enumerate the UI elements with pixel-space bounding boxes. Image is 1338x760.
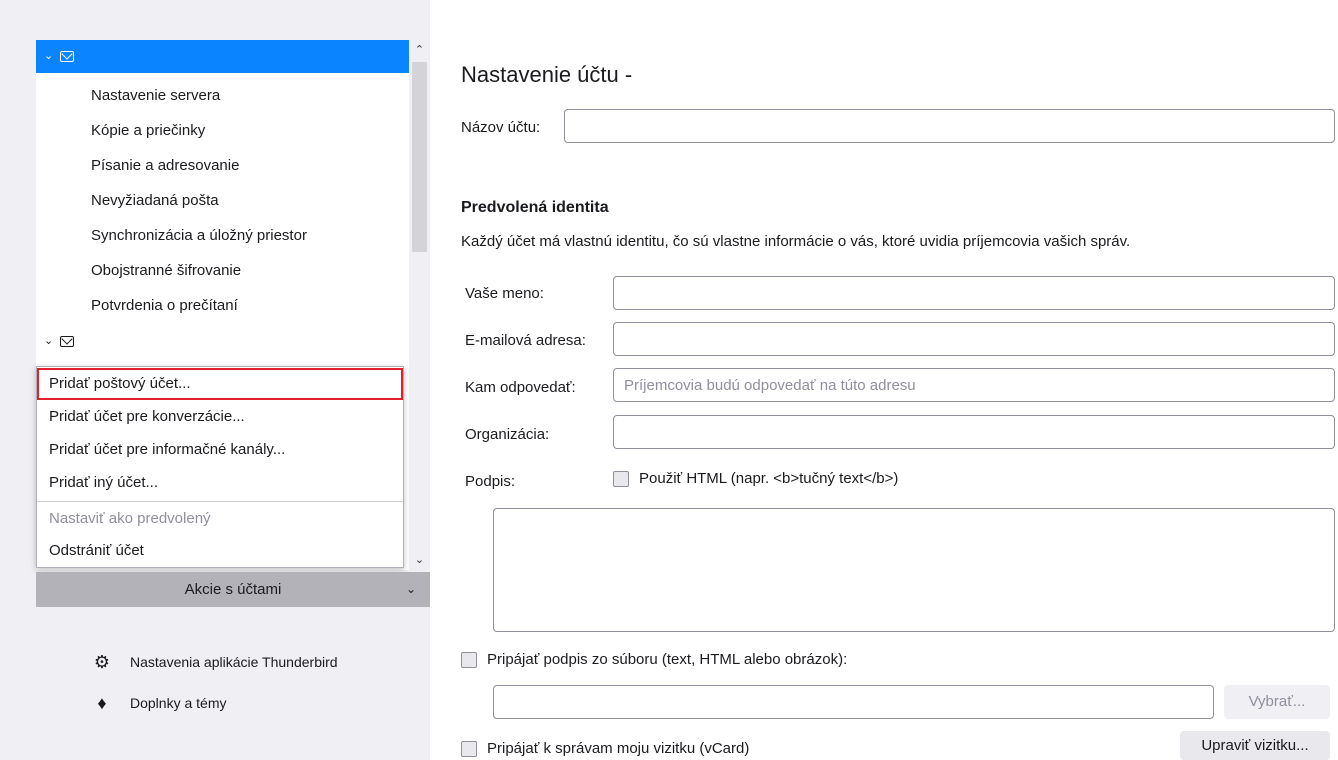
menu-add-other-account[interactable]: Pridať iný účet... (37, 467, 403, 499)
mail-envelope-icon (60, 336, 74, 347)
signature-label: Podpis: (465, 473, 516, 490)
email-address-label: E-mailová adresa: (465, 332, 586, 349)
chevron-down-icon[interactable]: ⌄ (44, 324, 56, 359)
account-actions-button[interactable]: Akcie s účtami ⌄ (36, 572, 430, 607)
menu-add-feed-account[interactable]: Pridať účet pre informačné kanály... (37, 434, 403, 466)
your-name-input[interactable] (613, 276, 1335, 310)
default-identity-heading: Predvolená identita (461, 199, 609, 216)
tree-item-e2e-encryption[interactable]: Obojstranné šifrovanie (36, 253, 409, 288)
reply-to-input[interactable] (613, 368, 1335, 402)
tree-item-server-settings[interactable]: Nastavenie servera (36, 78, 409, 113)
app-settings-link[interactable]: ⚙ Nastavenia aplikácie Thunderbird (92, 647, 338, 677)
tree-item-sync-storage[interactable]: Synchronizácia a úložný priestor (36, 218, 409, 253)
addons-link[interactable]: ♦ Doplnky a témy (92, 688, 226, 718)
your-name-label: Vaše meno: (465, 285, 544, 302)
tree-item-copies-folders[interactable]: Kópie a priečinky (36, 113, 409, 148)
account-sidebar: ⌄ Nastavenie servera Kópie a priečinky P… (0, 0, 430, 760)
tree-item-composition-addressing[interactable]: Písanie a adresovanie (36, 148, 409, 183)
organization-input[interactable] (613, 415, 1335, 449)
default-identity-description: Každý účet má vlastnú identitu, čo sú vl… (461, 233, 1131, 250)
tree-item-label: Kópie a priečinky (91, 122, 206, 139)
app-settings-label: Nastavenia aplikácie Thunderbird (130, 654, 338, 670)
account-actions-menu: Pridať poštový účet... Pridať účet pre k… (36, 366, 404, 568)
reply-to-label: Kam odpovedať: (465, 379, 576, 396)
account-row-1[interactable]: ⌄ (36, 40, 409, 73)
attach-vcard-checkbox[interactable] (461, 740, 477, 757)
account-name-input[interactable] (564, 109, 1335, 143)
page-title: Nastavenie účtu - (461, 62, 633, 87)
choose-file-button[interactable]: Vybrať... (1224, 685, 1330, 719)
mail-envelope-icon (60, 51, 74, 62)
scroll-up-arrow-icon[interactable]: ⌃ (409, 40, 430, 60)
menu-remove-account[interactable]: Odstrániť účet (37, 535, 403, 567)
tree-item-label: Nevyžiadaná pošta (91, 192, 219, 209)
tree-item-label: Synchronizácia a úložný priestor (91, 227, 307, 244)
menu-separator (37, 501, 403, 502)
use-html-label: Použiť HTML (napr. <b>tučný text</b>) (639, 470, 899, 487)
scroll-thumb[interactable] (412, 62, 427, 252)
tree-item-label: Obojstranné šifrovanie (91, 262, 242, 279)
organization-label: Organizácia: (465, 426, 550, 443)
gear-icon: ⚙ (93, 651, 111, 672)
use-html-checkbox[interactable] (613, 470, 629, 487)
signature-file-input[interactable] (493, 685, 1214, 719)
attach-signature-file-checkbox[interactable] (461, 651, 477, 668)
menu-add-chat-account[interactable]: Pridať účet pre konverzácie... (37, 401, 403, 433)
account-row-2[interactable]: ⌄ (36, 324, 409, 359)
attach-signature-file-label: Pripájať podpis zo súboru (text, HTML al… (487, 651, 848, 668)
tree-item-label: Nastavenie servera (91, 87, 221, 104)
tree-item-junk-settings[interactable]: Nevyžiadaná pošta (36, 183, 409, 218)
addons-label: Doplnky a témy (130, 695, 227, 711)
menu-set-default[interactable]: Nastaviť ako predvolený (37, 503, 403, 535)
chevron-down-icon[interactable]: ⌄ (44, 40, 56, 73)
attach-signature-file-row[interactable]: Pripájať podpis zo súboru (text, HTML al… (461, 651, 847, 668)
use-html-checkbox-row[interactable]: Použiť HTML (napr. <b>tučný text</b>) (613, 470, 898, 487)
scroll-down-arrow-icon[interactable]: ⌄ (409, 550, 430, 570)
tree-scrollbar[interactable]: ⌃ ⌄ (409, 40, 430, 570)
attach-vcard-row[interactable]: Pripájať k správam moju vizitku (vCard) (461, 740, 749, 757)
puzzle-piece-icon: ♦ (97, 692, 107, 713)
tree-item-label: Písanie a adresovanie (91, 157, 240, 174)
email-address-input[interactable] (613, 322, 1335, 356)
account-actions-label: Akcie s účtami (184, 581, 282, 598)
tree-item-label: Potvrdenia o prečítaní (91, 297, 238, 314)
account-name-label: Názov účtu: (461, 119, 541, 136)
chevron-down-icon: ⌄ (405, 582, 416, 596)
edit-card-button[interactable]: Upraviť vizitku... (1180, 731, 1330, 760)
attach-vcard-label: Pripájať k správam moju vizitku (vCard) (487, 740, 750, 757)
tree-item-return-receipts[interactable]: Potvrdenia o prečítaní (36, 288, 409, 323)
signature-textarea[interactable] (493, 508, 1335, 632)
menu-add-mail-account[interactable]: Pridať poštový účet... (37, 368, 403, 400)
